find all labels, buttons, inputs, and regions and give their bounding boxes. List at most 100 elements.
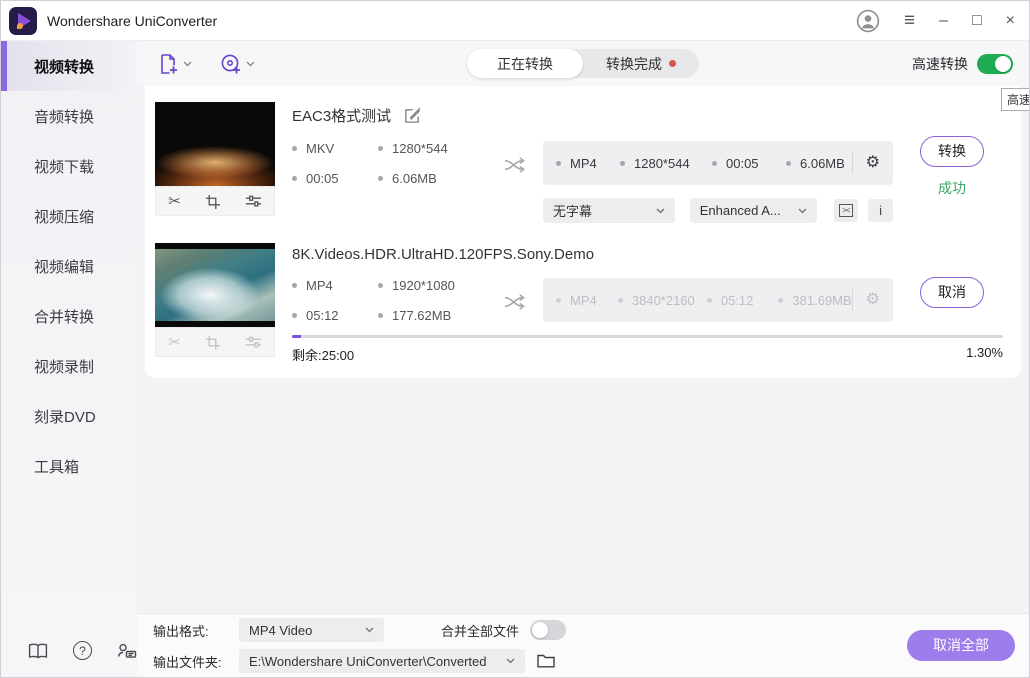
- target-info: MP4 1280*544 00:05 6.06MB ⚙: [543, 141, 893, 185]
- sidebar-item-label: 音频转换: [34, 108, 95, 126]
- minimize-button[interactable]: –: [939, 12, 948, 29]
- high-speed-control: 高速转换: [912, 53, 1013, 74]
- maximize-button[interactable]: □: [972, 12, 982, 29]
- source-resolution: 1920*1080: [392, 278, 455, 293]
- sidebar-item-burn-dvd[interactable]: 刻录DVD: [1, 391, 137, 441]
- contact-support-icon[interactable]: [117, 643, 137, 659]
- chevron-down-icon: [798, 208, 807, 213]
- sidebar-item-toolbox[interactable]: 工具箱: [1, 441, 137, 491]
- open-folder-button[interactable]: [537, 654, 555, 668]
- source-resolution: 1280*544: [392, 141, 448, 156]
- convert-arrow-icon: [504, 156, 527, 174]
- sidebar-item-label: 视频编辑: [34, 258, 95, 276]
- chevron-down-icon: [365, 627, 374, 633]
- output-format-select[interactable]: MP4 Video: [239, 618, 384, 642]
- account-avatar-icon[interactable]: [856, 9, 880, 33]
- sidebar-item-video-convert[interactable]: 视频转换: [1, 41, 137, 91]
- target-format: MP4: [570, 292, 597, 308]
- notification-dot: [669, 60, 676, 67]
- target-resolution: 1280*544: [634, 155, 690, 171]
- sidebar-item-merge-convert[interactable]: 合并转换: [1, 291, 137, 341]
- high-speed-label: 高速转换: [912, 55, 968, 72]
- time-remaining-label: 剩余:25:00: [292, 348, 355, 363]
- tab-label: 正在转换: [497, 55, 553, 72]
- trim-icon: ✂: [168, 334, 181, 351]
- target-resolution: 3840*2160: [631, 292, 695, 308]
- cancel-button[interactable]: 取消: [920, 277, 984, 308]
- effects-icon: [245, 335, 262, 349]
- sidebar-item-video-edit[interactable]: 视频编辑: [1, 241, 137, 291]
- titlebar: Wondershare UniConverter ≡ – □ ×: [1, 1, 1029, 41]
- target-format: MP4: [570, 155, 597, 171]
- sidebar-item-video-download[interactable]: 视频下载: [1, 141, 137, 191]
- target-info: MP4 3840*2160 05:12 381.69MB ⚙: [543, 278, 893, 322]
- progress-fill: [292, 335, 302, 338]
- tab-converting[interactable]: 正在转换: [467, 49, 583, 78]
- progress-percent-label: 1.30%: [966, 345, 1003, 360]
- task-row-1: ✂ EAC3格式测试 MKV 1280*544 00:05 6.06MB MP4…: [155, 88, 1015, 223]
- high-speed-toggle[interactable]: [977, 53, 1013, 74]
- source-info: MP4 1920*1080 05:12 177.62MB: [292, 278, 500, 323]
- task-list: ✂ EAC3格式测试 MKV 1280*544 00:05 6.06MB MP4…: [145, 86, 1021, 378]
- target-duration: 00:05: [726, 155, 759, 171]
- target-duration: 05:12: [720, 292, 754, 308]
- convert-button[interactable]: 转换: [920, 136, 984, 167]
- cancel-all-button[interactable]: 取消全部: [907, 630, 1015, 661]
- add-disc-icon: [220, 53, 242, 75]
- rename-icon[interactable]: [404, 107, 421, 124]
- effects-icon[interactable]: [245, 194, 262, 208]
- crop-icon[interactable]: [205, 194, 221, 209]
- user-guide-icon[interactable]: [28, 643, 48, 659]
- info-button[interactable]: i: [868, 199, 893, 222]
- subtitle-select-value: 无字幕: [553, 204, 593, 219]
- sidebar-item-label: 视频压缩: [34, 208, 95, 226]
- output-format-value: MP4 Video: [249, 622, 313, 638]
- sidebar-item-video-compress[interactable]: 视频压缩: [1, 191, 137, 241]
- toolbar: 正在转换 转换完成 高速转换: [137, 41, 1029, 86]
- close-button[interactable]: ×: [1006, 12, 1015, 29]
- video-thumbnail: [155, 243, 275, 327]
- add-dvd-button[interactable]: [220, 53, 255, 75]
- output-settings-bar: 输出格式: MP4 Video 合并全部文件 输出文件夹: E:\Wonders…: [137, 613, 1029, 677]
- target-size: 381.69MB: [792, 292, 852, 308]
- menu-icon[interactable]: ≡: [904, 11, 915, 30]
- help-icon[interactable]: ?: [73, 641, 92, 660]
- main-panel: 正在转换 转换完成 高速转换 高速 ✂ EAC3格式测试 MKV 1280*54…: [137, 41, 1029, 677]
- tab-finished[interactable]: 转换完成: [583, 49, 699, 78]
- subtitle-select[interactable]: 无字幕: [543, 198, 675, 223]
- high-speed-tooltip: 高速: [1000, 88, 1029, 111]
- sidebar-item-audio-convert[interactable]: 音频转换: [1, 91, 137, 141]
- app-title: Wondershare UniConverter: [47, 12, 218, 29]
- help-glyph: ?: [79, 643, 86, 658]
- add-file-icon: [157, 53, 179, 75]
- convert-arrow-icon: [504, 293, 527, 311]
- settings-gear-icon[interactable]: ⚙: [866, 155, 880, 171]
- file-title: EAC3格式测试: [292, 108, 392, 125]
- crop-icon: [205, 335, 221, 350]
- output-folder-label: 输出文件夹:: [153, 654, 222, 670]
- app-logo-icon: [9, 6, 37, 35]
- progress-bar: [292, 335, 1003, 338]
- output-folder-select[interactable]: E:\Wondershare UniConverter\Converted: [239, 649, 525, 673]
- enhance-select[interactable]: Enhanced A...: [689, 198, 817, 223]
- file-title: 8K.Videos.HDR.UltraHD.120FPS.Sony.Demo: [292, 246, 595, 263]
- add-files-button[interactable]: [157, 53, 192, 75]
- source-duration: 00:05: [306, 171, 339, 186]
- sidebar-item-label: 视频录制: [34, 358, 95, 376]
- compress-icon: ><: [839, 204, 853, 217]
- folder-icon: [537, 654, 555, 668]
- sidebar-item-label: 视频转换: [34, 58, 95, 76]
- merge-all-toggle[interactable]: [530, 620, 567, 640]
- status-success-label: 成功: [938, 180, 966, 196]
- compress-button[interactable]: ><: [833, 199, 859, 222]
- sidebar-item-screen-record[interactable]: 视频录制: [1, 341, 137, 391]
- source-info: MKV 1280*544 00:05 6.06MB: [292, 141, 500, 186]
- sidebar-item-label: 合并转换: [34, 308, 95, 326]
- chevron-down-icon: [246, 61, 255, 67]
- source-size: 6.06MB: [392, 171, 437, 186]
- conversion-progress: 剩余:25:00 1.30%: [292, 335, 1011, 364]
- sidebar-item-label: 视频下载: [34, 158, 95, 176]
- merge-all-label: 合并全部文件: [441, 623, 520, 639]
- trim-icon[interactable]: ✂: [168, 192, 181, 210]
- chevron-down-icon: [656, 208, 665, 213]
